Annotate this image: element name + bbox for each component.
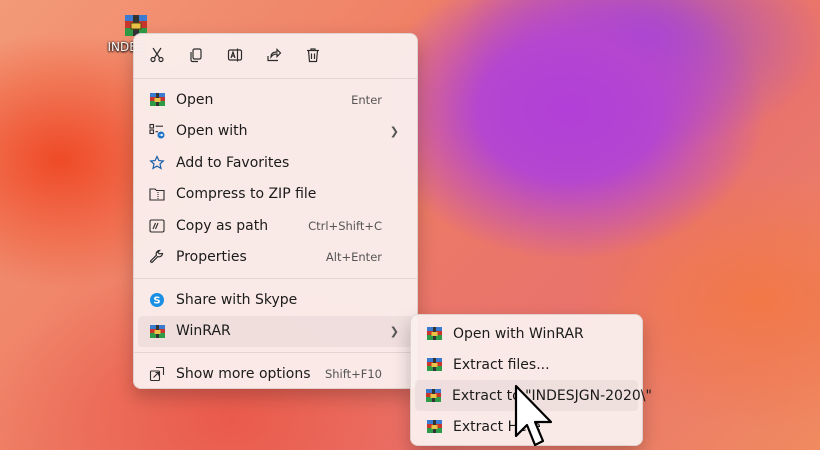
- menu-item-properties[interactable]: Properties Alt+Enter: [138, 242, 413, 274]
- winrar-icon: [149, 323, 165, 339]
- menu-item-label: WinRAR: [176, 323, 231, 340]
- winrar-icon: [149, 92, 165, 108]
- mouse-cursor-icon: [514, 384, 558, 450]
- menu-item-show-more-options[interactable]: Show more options Shift+F10: [138, 358, 413, 390]
- menu-item-open-with[interactable]: Open with ❯: [138, 116, 413, 148]
- submenu-item-extract-files[interactable]: Extract files...: [415, 349, 638, 380]
- menu-item-label: Open: [176, 91, 214, 108]
- winrar-icon: [426, 326, 442, 342]
- svg-text:S: S: [153, 295, 160, 306]
- rename-icon[interactable]: [224, 44, 246, 66]
- desktop: INDES Open Enter Open with ❯ Add to Favo…: [0, 0, 820, 450]
- winrar-icon: [426, 419, 442, 435]
- menu-item-compress-zip[interactable]: Compress to ZIP file: [138, 179, 413, 211]
- menu-item-open[interactable]: Open Enter: [138, 84, 413, 116]
- menu-divider: [134, 78, 417, 79]
- trash-icon[interactable]: [302, 44, 324, 66]
- copy-icon[interactable]: [185, 44, 207, 66]
- copy-path-icon: [149, 218, 165, 234]
- context-menu-toolbar: [134, 34, 417, 70]
- share-icon[interactable]: [263, 44, 285, 66]
- winrar-icon: [426, 388, 441, 404]
- menu-item-add-to-favorites[interactable]: Add to Favorites: [138, 147, 413, 179]
- submenu-item-label: Open with WinRAR: [453, 325, 584, 342]
- zip-folder-icon: [149, 186, 165, 202]
- context-menu: Open Enter Open with ❯ Add to Favorites …: [133, 33, 418, 389]
- menu-item-label: Properties: [176, 249, 247, 266]
- shortcut-text: Ctrl+Shift+C: [308, 218, 382, 233]
- menu-item-label: Open with: [176, 123, 248, 140]
- menu-item-label: Add to Favorites: [176, 154, 290, 171]
- menu-item-label: Show more options: [176, 365, 311, 382]
- menu-item-label: Compress to ZIP file: [176, 186, 317, 203]
- submenu-item-open-with-winrar[interactable]: Open with WinRAR: [415, 318, 638, 349]
- shortcut-text: Alt+Enter: [325, 250, 382, 265]
- wrench-icon: [149, 249, 165, 265]
- menu-divider: [134, 352, 417, 353]
- chevron-right-icon: ❯: [389, 324, 399, 338]
- shortcut-text: Enter: [351, 92, 382, 107]
- shortcut-text: Shift+F10: [324, 366, 382, 381]
- submenu-item-label: Extract files...: [453, 356, 550, 373]
- scissors-icon[interactable]: [146, 44, 168, 66]
- menu-divider: [134, 278, 417, 279]
- menu-item-winrar[interactable]: WinRAR ❯: [138, 315, 413, 347]
- star-icon: [149, 154, 165, 171]
- winrar-icon: [426, 357, 442, 373]
- menu-item-label: Share with Skype: [176, 291, 298, 308]
- menu-item-copy-as-path[interactable]: Copy as path Ctrl+Shift+C: [138, 210, 413, 242]
- chevron-right-icon: ❯: [389, 124, 399, 138]
- more-options-icon: [149, 366, 165, 382]
- menu-item-label: Copy as path: [176, 217, 269, 234]
- skype-icon: S: [149, 292, 165, 308]
- open-with-icon: [149, 123, 165, 139]
- menu-item-share-skype[interactable]: S Share with Skype: [138, 284, 413, 316]
